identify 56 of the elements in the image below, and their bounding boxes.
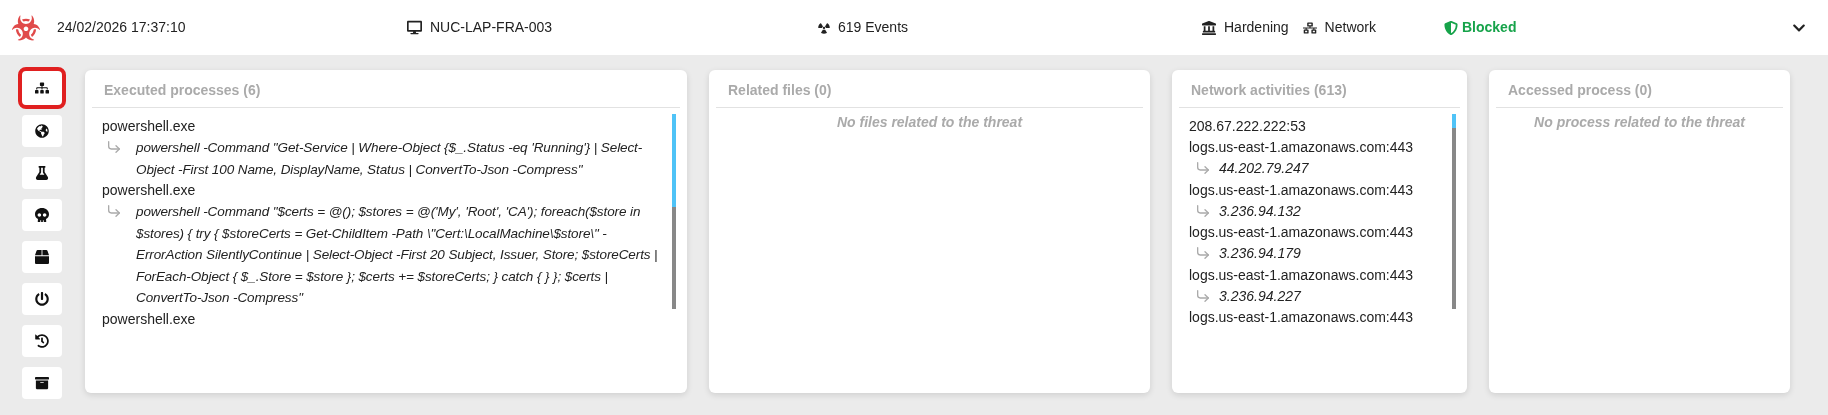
box-icon: [35, 250, 49, 264]
host-address: logs.us-east-1.amazonaws.com:443: [1189, 138, 1414, 157]
process-name: powershell.exe: [102, 309, 196, 329]
scrollbar[interactable]: [672, 114, 676, 309]
archive-icon: [35, 376, 49, 390]
ip-address: 3.236.94.227: [1219, 286, 1301, 306]
timestamp: 24/02/2026 17:37:10: [57, 18, 187, 37]
scrollbar[interactable]: [1452, 114, 1456, 309]
arrow-icon: [106, 203, 122, 219]
command-line: powershell -Command "$certs = @(); $stores = @('My', 'Root', 'CA'); foreach($store in $stores) { try { $storeCerts = Get-ChildItem -Path \"Cert:\LocalMachine\$store\" -ErrorAction SilentlyContinue | Select-Object -First 20 Subject, Issuer, Store; $storeCerts | ForEach-Object { $_.Store = $store }; $certs += $storeCerts; } catch { } }; $certs | ConvertTo-Json -Compress": [136, 203, 659, 307]
panel-title: Related files (0): [728, 81, 832, 100]
nav-link[interactable]: Hardening: [1202, 17, 1289, 38]
flask-icon: [35, 166, 49, 180]
panel-title: Network activities (613): [1191, 81, 1347, 100]
host-address: logs.us-east-1.amazonaws.com:443: [1189, 180, 1414, 200]
arrow-icon: [1195, 160, 1211, 176]
sidebar-button[interactable]: [22, 157, 62, 189]
arrow-icon: [106, 139, 122, 155]
process-name: powershell.exe: [102, 181, 196, 200]
sidebar-button[interactable]: [22, 199, 62, 231]
host-name: NUC-LAP-FRA-003: [430, 18, 553, 37]
event-count: 619 Events: [838, 18, 909, 37]
arrow-icon: [1195, 287, 1211, 304]
empty-message: No files related to the threat: [836, 113, 1023, 132]
skull-icon: [35, 208, 49, 222]
host-address: 208.67.222.222:53: [1189, 117, 1306, 136]
sidebar-button[interactable]: [22, 367, 62, 399]
sidebar-button[interactable]: [22, 241, 62, 273]
monitor-icon: [407, 20, 422, 35]
radiation-icon: [818, 21, 830, 34]
network-icon: [1302, 20, 1317, 35]
sidebar-button[interactable]: [22, 325, 62, 357]
nav-link[interactable]: Network: [1302, 17, 1376, 38]
history-icon: [35, 334, 49, 348]
power-icon: [35, 292, 49, 306]
sidebar-button[interactable]: [22, 283, 62, 315]
status-label: Blocked: [1444, 17, 1517, 38]
globe-icon: [35, 124, 49, 138]
sitemap-icon: [35, 81, 49, 95]
arrow-icon: [1195, 202, 1211, 219]
ip-address: 3.236.94.132: [1219, 201, 1301, 221]
panel-title: Executed processes (6): [104, 81, 261, 100]
landmark-icon: [1202, 20, 1216, 35]
empty-message: No process related to the threat: [1534, 113, 1745, 132]
host-address: logs.us-east-1.amazonaws.com:443: [1189, 265, 1414, 285]
biohazard-icon: [12, 13, 40, 42]
process-name: powershell.exe: [102, 117, 196, 136]
sidebar-button[interactable]: [22, 115, 62, 147]
shield-icon: [1444, 20, 1458, 35]
host-address: logs.us-east-1.amazonaws.com:443: [1189, 308, 1414, 327]
arrow-icon: [1195, 245, 1211, 261]
host-address: logs.us-east-1.amazonaws.com:443: [1189, 223, 1414, 242]
panel-title: Accessed process (0): [1508, 81, 1652, 100]
ip-address: 3.236.94.179: [1219, 244, 1301, 263]
ip-address: 44.202.79.247: [1219, 159, 1309, 178]
command-line: powershell -Command "Get-Service | Where-Object {$_.Status -eq 'Running'} | Select-Object -First 100 Name, DisplayName, Status | ConvertTo-Json -Compress": [136, 139, 644, 179]
